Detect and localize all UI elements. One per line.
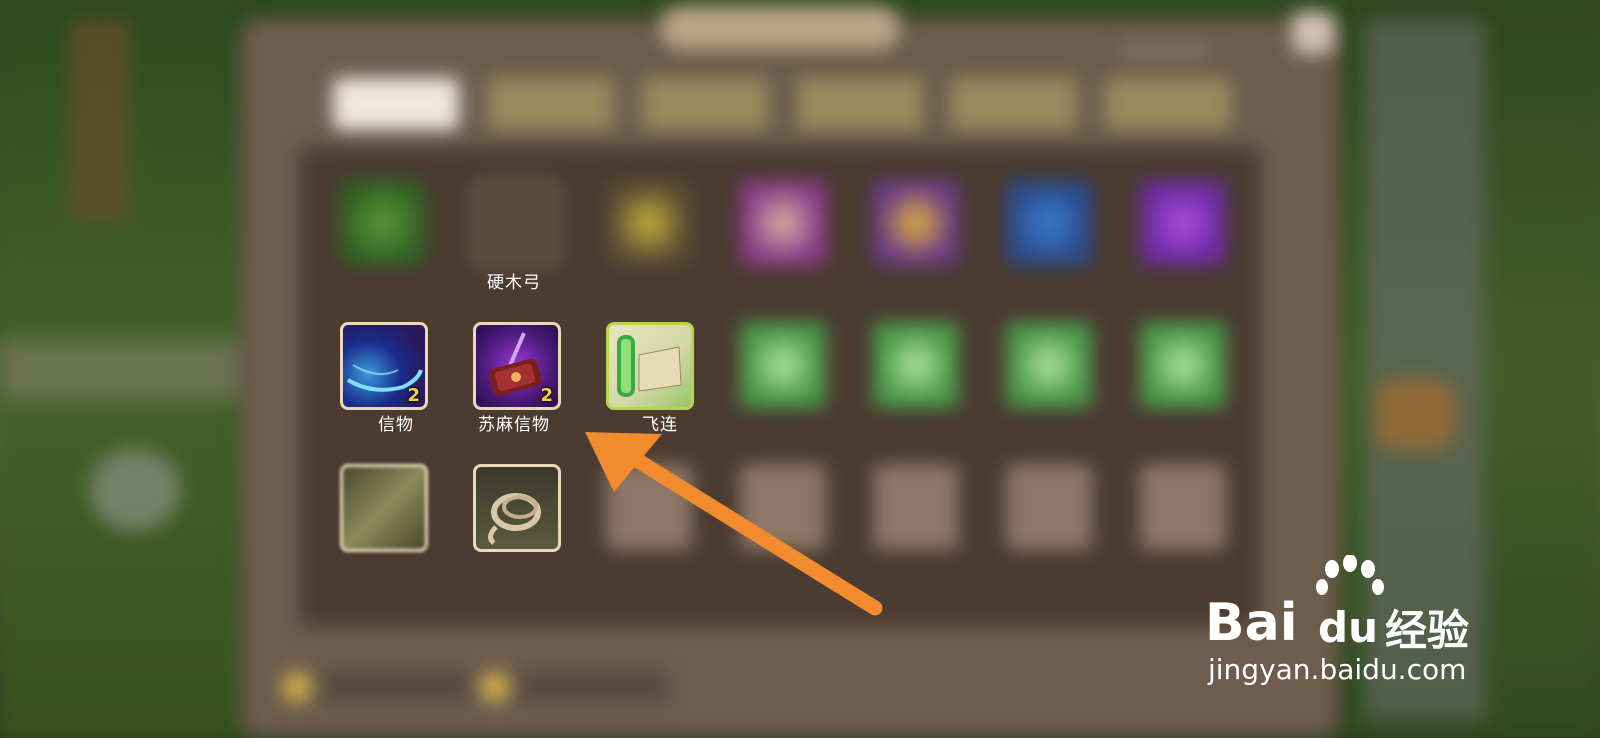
tab-6[interactable] (1105, 78, 1231, 130)
item-name: 苏麻信物 (478, 415, 550, 435)
tower-scenery (70, 20, 130, 220)
watermark-brand-suffix: du (1318, 603, 1378, 652)
inventory-slot[interactable]: 2 (340, 322, 428, 410)
inventory-slot[interactable] (1140, 180, 1226, 266)
inventory-slot[interactable] (473, 180, 559, 266)
empty-slot[interactable] (606, 464, 692, 550)
empty-slot[interactable] (740, 464, 826, 550)
inventory-slot[interactable] (606, 180, 692, 266)
rock-scenery (90, 450, 180, 530)
tab-4[interactable] (797, 78, 923, 130)
item-name: 飞连 (642, 415, 678, 435)
inventory-slot[interactable] (340, 464, 428, 552)
ingot-icon (480, 672, 510, 702)
inventory-slot[interactable] (473, 464, 561, 552)
inventory-slot[interactable] (740, 180, 826, 266)
inventory-slot[interactable] (1140, 322, 1226, 408)
inventory-slot[interactable] (606, 322, 694, 410)
window-title (660, 6, 900, 50)
inventory-slot[interactable] (740, 322, 826, 408)
game-background-left (0, 0, 250, 738)
capacity-indicator (1120, 40, 1210, 62)
item-name: 硬木弓 (487, 273, 541, 293)
baidu-jingyan-watermark: Bai du 经验 jingyan.baidu.com (1200, 555, 1500, 705)
tab-5[interactable] (951, 78, 1077, 130)
item-quantity: 2 (540, 385, 553, 406)
watermark-brand: Bai (1205, 593, 1298, 653)
inventory-slot[interactable]: 2 (473, 322, 561, 410)
gold-coin-icon (282, 672, 312, 702)
inventory-slot[interactable] (340, 180, 426, 266)
green-scroll-icon (617, 335, 682, 397)
watermark-url: jingyan.baidu.com (1208, 653, 1467, 686)
inventory-slot[interactable] (1006, 180, 1092, 266)
barrel-scenery (1375, 380, 1455, 450)
road-scenery (0, 340, 250, 400)
gold-amount (320, 670, 470, 704)
close-button[interactable] (1292, 12, 1334, 54)
empty-slot[interactable] (1140, 464, 1226, 550)
currency-bar (270, 660, 680, 710)
tab-3[interactable] (642, 78, 768, 130)
inventory-slot[interactable] (873, 322, 959, 408)
empty-slot[interactable] (873, 464, 959, 550)
inventory-slot[interactable] (1006, 322, 1092, 408)
item-quantity: 2 (407, 385, 420, 406)
ingot-amount (518, 670, 668, 704)
watermark-cn: 经验 (1385, 606, 1470, 655)
rope-icon (488, 493, 541, 545)
tab-all[interactable] (333, 78, 459, 130)
empty-slot[interactable] (1006, 464, 1092, 550)
inventory-slot[interactable] (873, 180, 959, 266)
tab-2[interactable] (488, 78, 614, 130)
